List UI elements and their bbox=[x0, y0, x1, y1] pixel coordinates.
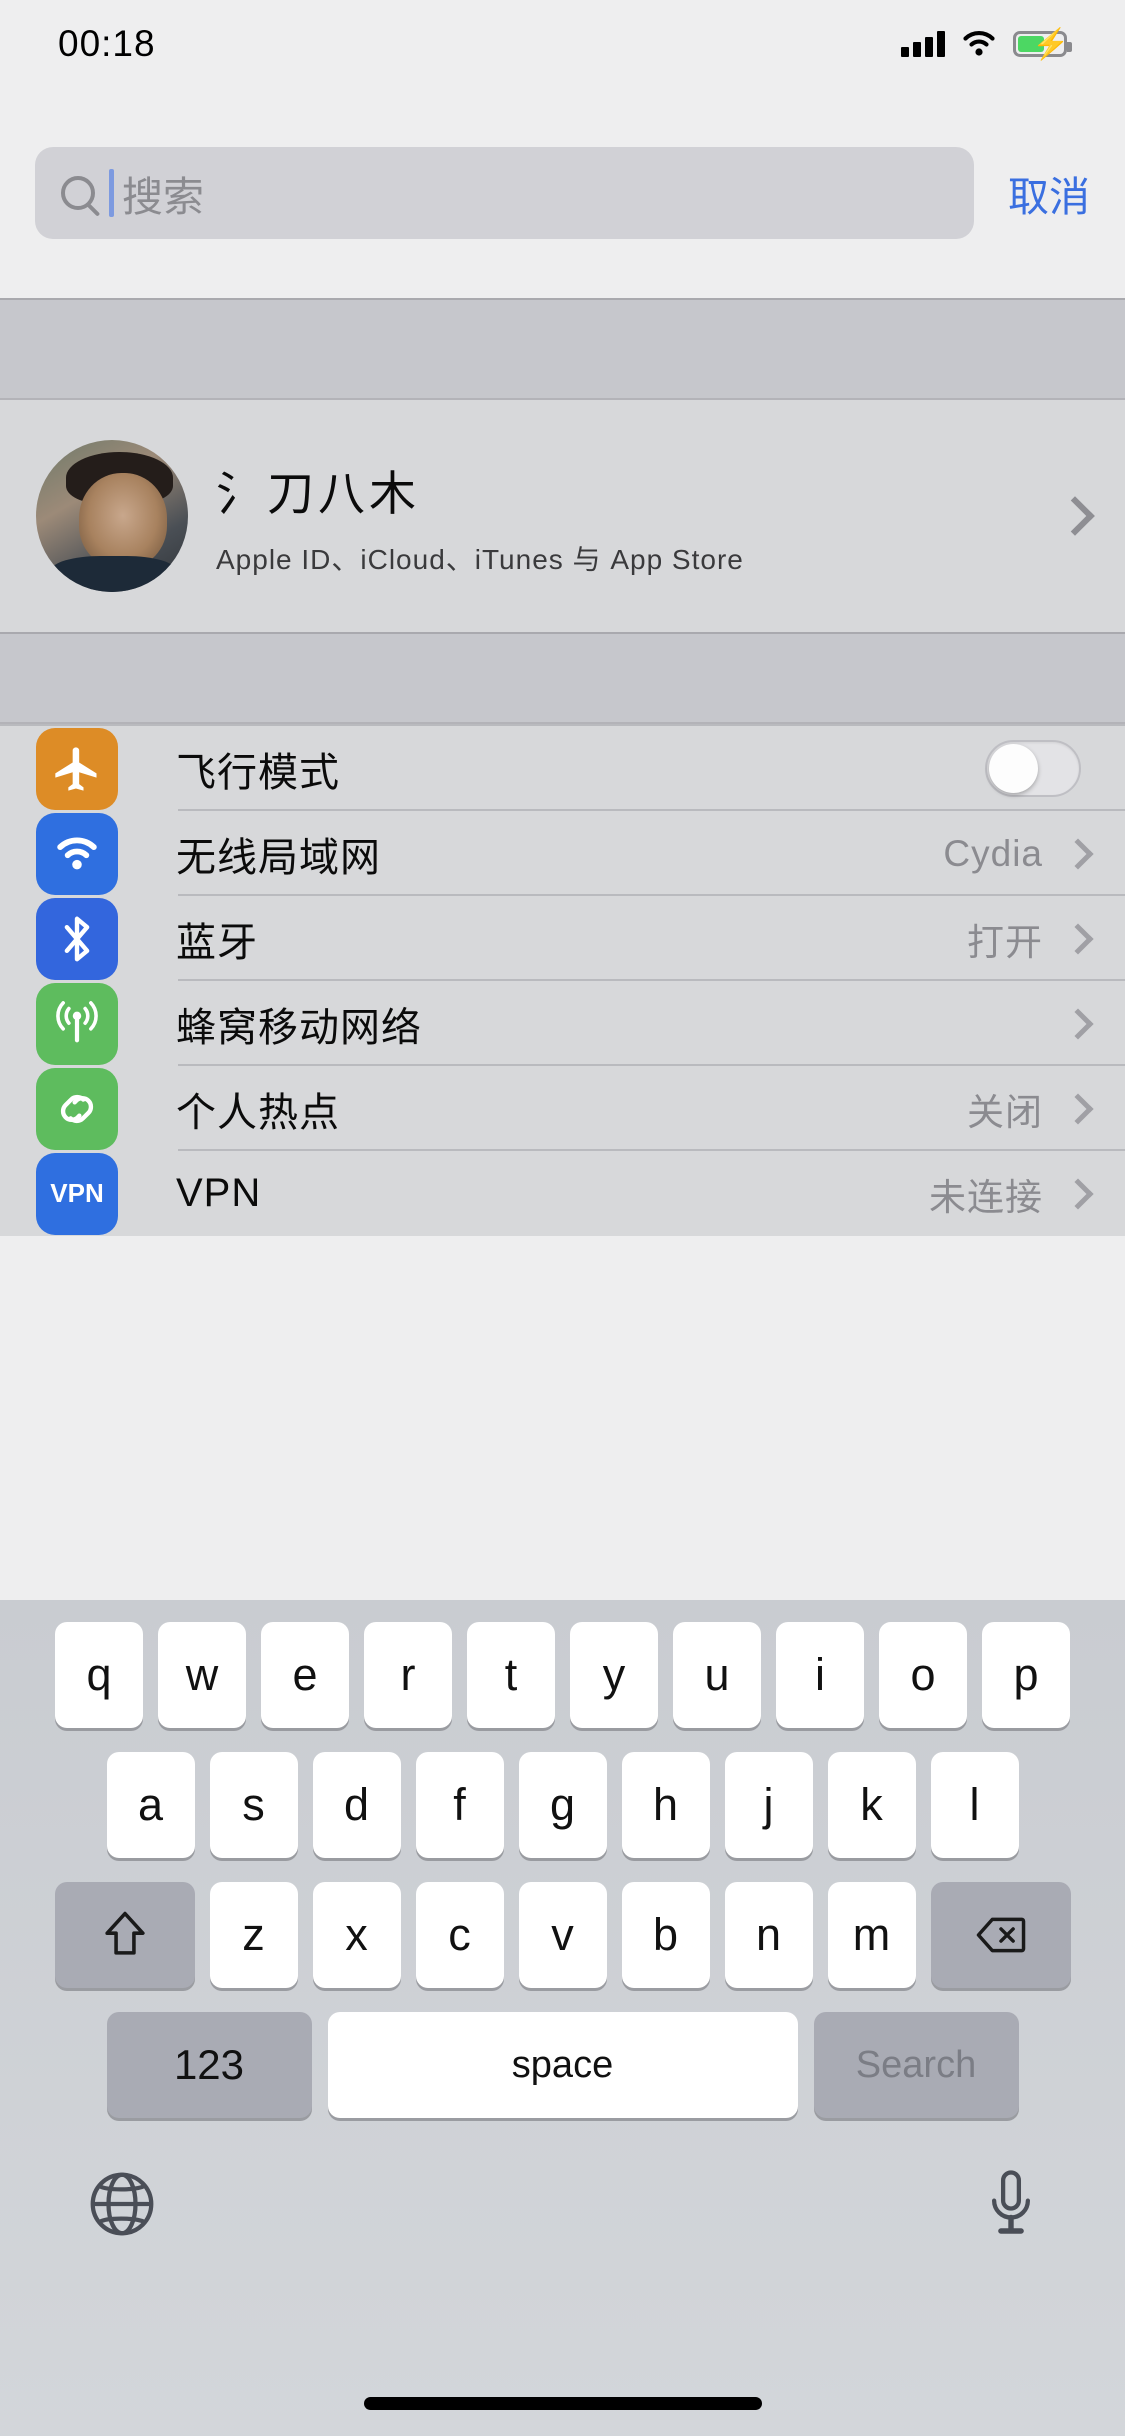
keyboard-row-3: z x c v b n m bbox=[0, 1882, 1125, 1988]
status-bar-indicators: ⚡ bbox=[901, 29, 1072, 60]
search-bar: 搜索 取消 bbox=[0, 88, 1125, 298]
key-e[interactable]: e bbox=[261, 1622, 349, 1728]
account-name: 氵刀八木 bbox=[216, 466, 420, 520]
settings-row-airplane-mode[interactable]: 飞行模式 bbox=[0, 726, 1125, 811]
search-placeholder: 搜索 bbox=[122, 174, 204, 220]
cellular-icon bbox=[36, 982, 118, 1065]
keyboard-bottom-bar bbox=[0, 2142, 1125, 2245]
key-l[interactable]: l bbox=[930, 1752, 1019, 1858]
wifi-icon bbox=[963, 31, 995, 56]
apple-id-row[interactable]: 氵刀八木 Apple ID、iCloud、iTunes 与 App Store bbox=[0, 400, 1125, 632]
key-q[interactable]: q bbox=[55, 1622, 143, 1728]
key-s[interactable]: s bbox=[209, 1752, 298, 1858]
microphone-icon[interactable] bbox=[983, 2168, 1039, 2245]
key-t[interactable]: t bbox=[467, 1622, 555, 1728]
cancel-button[interactable]: 取消 bbox=[1008, 163, 1090, 223]
section-spacer-top bbox=[0, 298, 1125, 400]
settings-list: 飞行模式 无线局域网 Cydia 蓝牙 打开 蜂窝移动网络 个人热点 关闭 VP… bbox=[0, 724, 1125, 1236]
status-bar: 00:18 ⚡ bbox=[0, 0, 1125, 88]
home-indicator bbox=[363, 2397, 762, 2410]
text-cursor bbox=[109, 169, 114, 217]
airplane-mode-toggle[interactable] bbox=[985, 740, 1081, 797]
settings-row-cellular[interactable]: 蜂窝移动网络 bbox=[0, 981, 1125, 1066]
chevron-right-icon bbox=[1062, 837, 1094, 870]
signal-bars-icon bbox=[901, 31, 945, 57]
row-label: 蜂窝移动网络 bbox=[176, 1005, 422, 1050]
row-label: VPN bbox=[176, 1171, 262, 1215]
chevron-right-icon bbox=[1055, 496, 1095, 536]
key-c[interactable]: c bbox=[415, 1882, 504, 1988]
delete-icon bbox=[975, 1915, 1027, 1955]
key-d[interactable]: d bbox=[312, 1752, 401, 1858]
keyboard-row-1: q w e r t y u i o p bbox=[0, 1622, 1125, 1728]
keyboard-row-4: 123 space Search bbox=[0, 2012, 1125, 2118]
key-u[interactable]: u bbox=[673, 1622, 761, 1728]
row-label: 无线局域网 bbox=[176, 835, 381, 880]
vpn-icon: VPN bbox=[36, 1152, 118, 1235]
key-g[interactable]: g bbox=[518, 1752, 607, 1858]
onscreen-keyboard: q w e r t y u i o p a s d f g h j k l z … bbox=[0, 1600, 1125, 2436]
row-value: Cydia bbox=[943, 832, 1043, 874]
globe-icon[interactable] bbox=[86, 2168, 158, 2245]
row-value: 打开 bbox=[967, 921, 1043, 963]
key-r[interactable]: r bbox=[364, 1622, 452, 1728]
apple-id-text: 氵刀八木 Apple ID、iCloud、iTunes 与 App Store bbox=[216, 455, 1061, 578]
keyboard-row-2: a s d f g h j k l bbox=[0, 1752, 1125, 1858]
key-h[interactable]: h bbox=[621, 1752, 710, 1858]
space-key[interactable]: space bbox=[327, 2012, 798, 2118]
key-k[interactable]: k bbox=[827, 1752, 916, 1858]
delete-key[interactable] bbox=[930, 1882, 1071, 1988]
key-b[interactable]: b bbox=[621, 1882, 710, 1988]
row-label: 飞行模式 bbox=[176, 750, 340, 795]
shift-key[interactable] bbox=[54, 1882, 195, 1988]
settings-row-bluetooth[interactable]: 蓝牙 打开 bbox=[0, 896, 1125, 981]
key-o[interactable]: o bbox=[879, 1622, 967, 1728]
row-label: 个人热点 bbox=[176, 1090, 340, 1135]
return-key[interactable]: Search bbox=[813, 2012, 1019, 2118]
settings-row-personal-hotspot[interactable]: 个人热点 关闭 bbox=[0, 1066, 1125, 1151]
search-icon bbox=[61, 176, 95, 210]
key-a[interactable]: a bbox=[106, 1752, 195, 1858]
user-avatar bbox=[36, 440, 188, 592]
key-i[interactable]: i bbox=[776, 1622, 864, 1728]
section-spacer-mid bbox=[0, 632, 1125, 724]
iphone-settings-screen: 00:18 ⚡ 搜索 取消 氵刀八木 Apple ID、iCloud、iTune… bbox=[0, 0, 1125, 2436]
search-input[interactable]: 搜索 bbox=[35, 147, 974, 239]
key-m[interactable]: m bbox=[827, 1882, 916, 1988]
row-value: 未连接 bbox=[929, 1176, 1043, 1218]
row-value: 关闭 bbox=[967, 1091, 1043, 1133]
key-v[interactable]: v bbox=[518, 1882, 607, 1988]
key-z[interactable]: z bbox=[209, 1882, 298, 1988]
chevron-right-icon bbox=[1062, 922, 1094, 955]
settings-row-wifi[interactable]: 无线局域网 Cydia bbox=[0, 811, 1125, 896]
chevron-right-icon bbox=[1062, 1092, 1094, 1125]
key-p[interactable]: p bbox=[982, 1622, 1070, 1728]
key-f[interactable]: f bbox=[415, 1752, 504, 1858]
numbers-key[interactable]: 123 bbox=[106, 2012, 312, 2118]
key-n[interactable]: n bbox=[724, 1882, 813, 1988]
chevron-right-icon bbox=[1062, 1007, 1094, 1040]
airplane-icon bbox=[36, 727, 118, 810]
wifi-icon bbox=[36, 812, 118, 895]
key-x[interactable]: x bbox=[312, 1882, 401, 1988]
chevron-right-icon bbox=[1062, 1177, 1094, 1210]
key-j[interactable]: j bbox=[724, 1752, 813, 1858]
account-subtitle: Apple ID、iCloud、iTunes 与 App Store bbox=[216, 543, 744, 575]
hotspot-icon bbox=[36, 1067, 118, 1150]
shift-icon bbox=[103, 1910, 147, 1960]
battery-charging-icon: ⚡ bbox=[1013, 30, 1072, 60]
settings-row-vpn[interactable]: VPN VPN 未连接 bbox=[0, 1151, 1125, 1236]
bluetooth-icon bbox=[36, 897, 118, 980]
row-label: 蓝牙 bbox=[176, 920, 258, 965]
key-y[interactable]: y bbox=[570, 1622, 658, 1728]
key-w[interactable]: w bbox=[158, 1622, 246, 1728]
status-bar-time: 00:18 bbox=[58, 23, 156, 64]
